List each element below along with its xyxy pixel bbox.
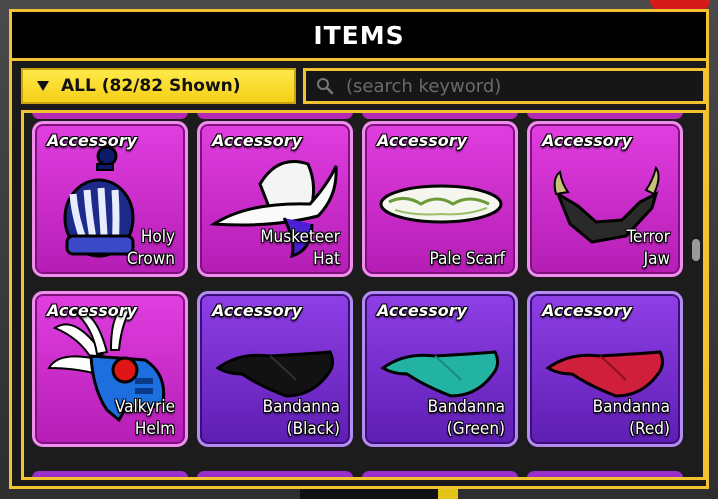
next-row-card-edge	[32, 471, 188, 477]
item-category: Accessory	[212, 301, 303, 320]
item-card[interactable]: Accessory Bandanna (Red)	[527, 291, 683, 447]
item-name: Bandanna (Red)	[592, 397, 670, 439]
item-card[interactable]: Accessory Pale Scarf	[362, 121, 518, 277]
filter-dropdown[interactable]: ALL (82/82 Shown)	[21, 68, 296, 104]
next-row-card-edge	[527, 471, 683, 477]
caret-down-icon	[37, 81, 49, 91]
item-category: Accessory	[212, 131, 303, 150]
item-card[interactable]: Accessory Terror Jaw	[527, 121, 683, 277]
item-name: Holy Crown	[126, 227, 175, 269]
item-card[interactable]: Accessory Holy Crown	[32, 121, 188, 277]
next-row-card-edge	[362, 471, 518, 477]
scrollbar[interactable]	[692, 113, 702, 477]
item-name: Terror Jaw	[626, 227, 670, 269]
item-name: Musketeer Hat	[260, 227, 340, 269]
item-name: Pale Scarf	[429, 249, 505, 269]
item-card[interactable]: Accessory Bandanna (Black)	[197, 291, 353, 447]
item-card[interactable]: Accessory Musketeer Hat	[197, 121, 353, 277]
item-category: Accessory	[542, 131, 633, 150]
item-name: Bandanna (Green)	[427, 397, 505, 439]
item-category: Accessory	[542, 301, 633, 320]
filter-label: ALL (82/82 Shown)	[61, 76, 241, 96]
item-name: Valkyrie Helm	[114, 397, 175, 439]
item-card[interactable]: Accessory Bandanna (Green)	[362, 291, 518, 447]
previous-row-card-edge	[32, 113, 188, 119]
search-icon	[317, 78, 334, 95]
search-input[interactable]	[344, 74, 688, 98]
item-category: Accessory	[47, 301, 138, 320]
item-grid[interactable]: Accessory Holy Crown Accessory Musketeer…	[21, 110, 706, 480]
title-bar: ITEMS	[12, 12, 706, 61]
item-category: Accessory	[377, 131, 468, 150]
items-panel: ITEMS ALL (82/82 Shown) Accessory	[9, 9, 709, 489]
item-card[interactable]: Accessory Valkyrie Helm	[32, 291, 188, 447]
next-row-card-edge	[197, 471, 353, 477]
item-name: Bandanna (Black)	[262, 397, 340, 439]
previous-row-card-edge	[527, 113, 683, 119]
item-category: Accessory	[377, 301, 468, 320]
panel-title: ITEMS	[313, 20, 405, 50]
item-category: Accessory	[47, 131, 138, 150]
scrollbar-thumb[interactable]	[692, 239, 700, 261]
previous-row-card-edge	[197, 113, 353, 119]
search-box[interactable]	[303, 68, 706, 104]
previous-row-card-edge	[362, 113, 518, 119]
